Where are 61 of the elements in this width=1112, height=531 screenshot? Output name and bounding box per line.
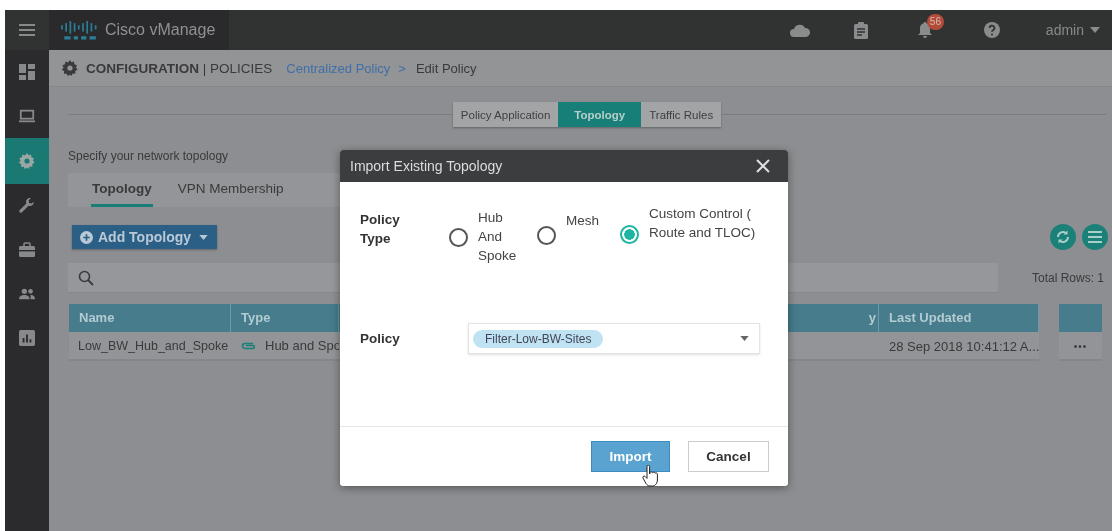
radio-button[interactable] [537,226,556,245]
step-tab[interactable]: Traffic Rules [641,102,722,127]
caret-icon [1090,27,1100,33]
radio-option[interactable]: Custom Control ( Route and TLOC) [620,210,764,265]
menu-icon [1088,231,1102,243]
cancel-button[interactable]: Cancel [688,441,769,472]
field-label: Policy [360,330,401,348]
bell-icon[interactable] [917,22,932,38]
tab[interactable]: Topology [91,173,153,207]
cloud-icon[interactable] [789,23,810,37]
breadcrumb-separator: > [398,60,406,76]
radio-button[interactable] [449,228,468,247]
refresh-button[interactable] [1050,224,1076,250]
step-tab[interactable]: Topology [558,102,642,127]
radio-button[interactable] [620,225,639,244]
menu-button[interactable] [1082,224,1108,250]
logo-icon [61,20,97,40]
policy-select[interactable]: Filter-Low-BW-Sites [468,323,760,354]
field-label: Policy Type [360,211,401,248]
table-cell: 28 Sep 2018 10:41:12 A... [879,332,1039,361]
column-header: Name [69,304,231,332]
more-actions-button[interactable]: ••• [1059,332,1102,361]
paperclip-icon [241,341,255,350]
help-icon[interactable] [983,22,1000,38]
add-topology-button[interactable]: Add Topology [72,225,218,249]
clipboard-icon[interactable] [853,21,868,39]
wrench-icon [19,198,35,214]
column-header [1059,304,1102,332]
app-title: Cisco vManage [105,21,216,39]
step-tab[interactable]: Policy Application [452,102,559,127]
user-menu[interactable]: admin [1045,22,1100,38]
refresh-icon [1056,230,1070,244]
people-icon [19,286,35,302]
plus-circle-icon [80,230,93,244]
total-rows: Total Rows: 1 [1031,271,1104,285]
chart-icon [19,330,35,346]
notification-badge: 56 [926,14,944,30]
settings-icon [19,153,35,169]
close-button[interactable] [754,157,772,175]
caret-icon [199,234,209,240]
breadcrumb-current: Edit Policy [415,60,477,76]
radio-option[interactable]: Mesh [537,210,620,265]
dialog-title: Import Existing Topology [350,158,503,174]
close-icon [756,159,770,173]
briefcase-icon [19,242,35,258]
laptop-icon [19,108,35,124]
settings-icon [62,60,78,76]
policy-chip: Filter-Low-BW-Sites [473,329,604,348]
dashboard-icon [19,64,35,80]
menu-icon[interactable] [19,24,35,36]
table-cell: Low_BW_Hub_and_Spoke [69,332,231,361]
tab[interactable]: VPN Membership [176,173,285,207]
import-button[interactable]: Import [591,441,670,472]
radio-option[interactable]: Hub And Spoke [449,210,537,265]
column-header: Last Updated [879,304,1039,332]
column-header: Type [231,304,339,332]
page-title: CONFIGURATION | POLICIES [86,60,273,76]
instruction-text: Specify your network topology [68,149,230,163]
search-icon [78,269,94,286]
sidebar-item[interactable] [5,138,49,184]
caret-icon [740,336,749,341]
